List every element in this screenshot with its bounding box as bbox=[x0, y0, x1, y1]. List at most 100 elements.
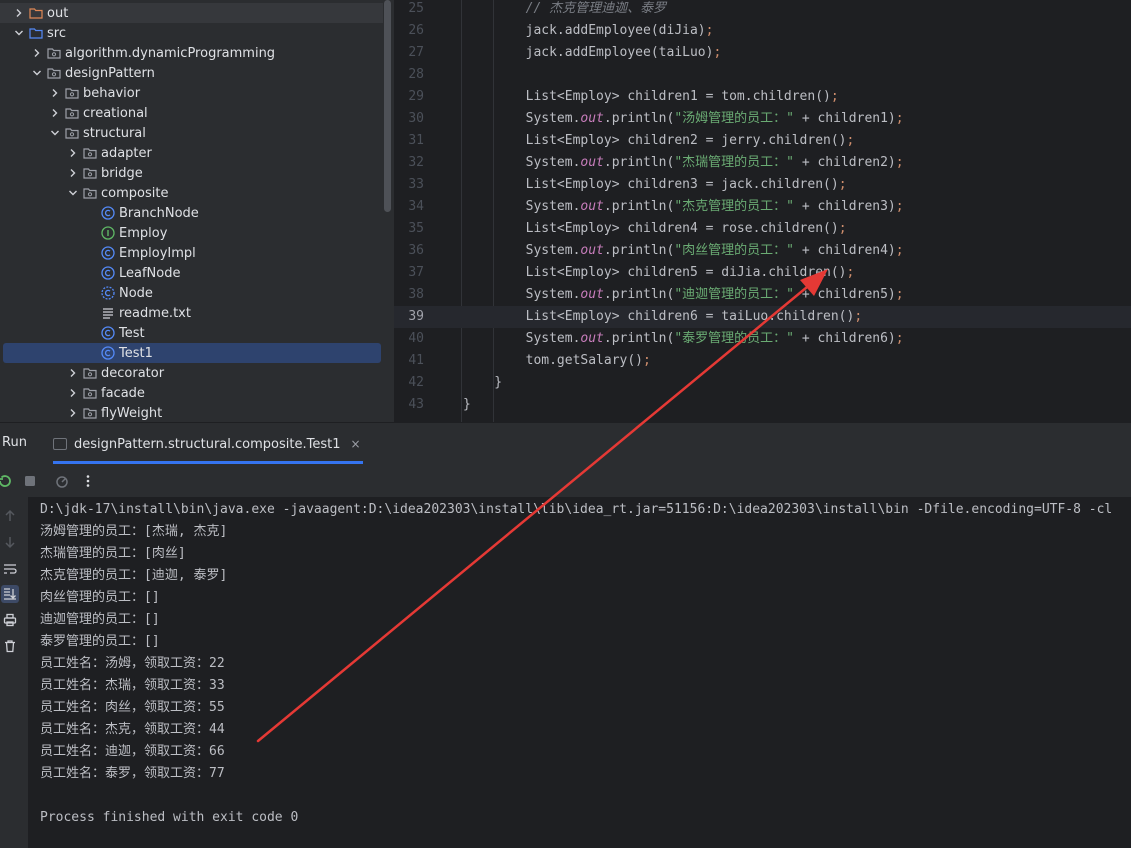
line-number: 35 bbox=[408, 221, 424, 236]
code-line[interactable]: 32 System.out.println("杰瑞管理的员工：" + child… bbox=[394, 152, 1131, 174]
code-line[interactable]: 42 } bbox=[394, 372, 1131, 394]
chevron-down-icon[interactable] bbox=[30, 63, 44, 83]
code-line[interactable]: 31 List<Employ> children2 = jerry.childr… bbox=[394, 130, 1131, 152]
tree-item-label: BranchNode bbox=[119, 205, 199, 221]
tree-item-employ[interactable]: Employ bbox=[0, 223, 383, 243]
tree-item-label: bridge bbox=[101, 165, 143, 181]
code-line[interactable]: 37 List<Employ> children5 = diJia.childr… bbox=[394, 262, 1131, 284]
clear-console-button[interactable] bbox=[1, 637, 19, 655]
rerun-button[interactable] bbox=[0, 472, 14, 490]
chevron-right-icon[interactable] bbox=[48, 83, 62, 103]
code-token: ; bbox=[643, 353, 651, 368]
soft-wrap-button[interactable] bbox=[1, 560, 19, 578]
code-line[interactable]: 29 List<Employ> children1 = tom.children… bbox=[394, 86, 1131, 108]
code-token: List<Employ> children2 = jerry.children(… bbox=[463, 133, 847, 148]
code-line[interactable]: 35 List<Employ> children4 = rose.childre… bbox=[394, 218, 1131, 240]
run-config-tab[interactable]: designPattern.structural.composite.Test1… bbox=[53, 423, 371, 465]
code-token: System. bbox=[463, 287, 581, 302]
scroll-to-end-button[interactable] bbox=[1, 585, 19, 603]
code-line[interactable]: 33 List<Employ> children3 = jack.childre… bbox=[394, 174, 1131, 196]
tree-item-test1[interactable]: Test1 bbox=[3, 343, 381, 363]
code-line[interactable]: 27 jack.addEmployee(taiLuo); bbox=[394, 42, 1131, 64]
tree-item-facade[interactable]: facade bbox=[0, 383, 383, 403]
tree-item-bridge[interactable]: bridge bbox=[0, 163, 383, 183]
chevron-down-icon[interactable] bbox=[48, 123, 62, 143]
code-token: out bbox=[580, 199, 604, 214]
code-token: ; bbox=[713, 45, 722, 60]
chevron-right-icon[interactable] bbox=[66, 163, 80, 183]
code-line[interactable]: 43} bbox=[394, 394, 1131, 416]
tree-item-label: src bbox=[47, 25, 66, 41]
print-button[interactable] bbox=[1, 611, 19, 629]
tree-scrollbar[interactable] bbox=[384, 0, 391, 212]
tree-item-flyweight[interactable]: flyWeight bbox=[0, 403, 383, 422]
code-line[interactable]: 41 tom.getSalary(); bbox=[394, 350, 1131, 372]
console-tab-icon bbox=[53, 438, 67, 450]
code-token: .println( bbox=[603, 331, 675, 346]
code-token: + children6) bbox=[794, 331, 896, 346]
chevron-right-icon[interactable] bbox=[48, 103, 62, 123]
code-token: + children3) bbox=[794, 199, 896, 214]
tree-item-src[interactable]: src bbox=[0, 23, 383, 43]
scroll-down-button[interactable] bbox=[1, 533, 19, 551]
code-line[interactable]: 28 bbox=[394, 64, 1131, 86]
line-number: 38 bbox=[408, 287, 424, 302]
tree-item-readme-txt[interactable]: readme.txt bbox=[0, 303, 383, 323]
code-editor[interactable]: 25 // 杰克管理迪迦、泰罗 26 jack.addEmployee(diJia… bbox=[394, 0, 1131, 422]
code-line[interactable]: 26 jack.addEmployee(diJia); bbox=[394, 20, 1131, 42]
code-line[interactable]: 25 // 杰克管理迪迦、泰罗 bbox=[394, 0, 1131, 20]
tree-item-decorator[interactable]: decorator bbox=[0, 363, 383, 383]
code-line[interactable]: 30 System.out.println("汤姆管理的员工：" + child… bbox=[394, 108, 1131, 130]
code-token: ; bbox=[895, 155, 904, 170]
chevron-right-icon[interactable] bbox=[66, 363, 80, 383]
chevron-right-icon[interactable] bbox=[66, 143, 80, 163]
chevron-right-icon[interactable] bbox=[66, 383, 80, 403]
close-tab-icon[interactable]: × bbox=[350, 437, 360, 451]
more-options-button[interactable] bbox=[79, 472, 97, 490]
tree-item-structural[interactable]: structural bbox=[0, 123, 383, 143]
code-line[interactable]: 39 List<Employ> children6 = taiLuo.child… bbox=[394, 306, 1131, 328]
code-token: List<Employ> children1 = tom.children() bbox=[463, 89, 831, 104]
code-token: + children1) bbox=[794, 111, 896, 126]
tree-item-node[interactable]: Node bbox=[0, 283, 383, 303]
code-text: // 杰克管理迪迦、泰罗 bbox=[463, 0, 666, 20]
tree-item-leafnode[interactable]: LeafNode bbox=[0, 263, 383, 283]
tree-item-label: out bbox=[47, 5, 69, 21]
code-text: List<Employ> children1 = tom.children(); bbox=[463, 86, 839, 108]
code-line[interactable]: 36 System.out.println("肉丝管理的员工：" + child… bbox=[394, 240, 1131, 262]
folder-orange-icon bbox=[29, 6, 43, 20]
code-token: + children4) bbox=[794, 243, 896, 258]
tree-item-employimpl[interactable]: EmployImpl bbox=[0, 243, 383, 263]
chevron-right-icon[interactable] bbox=[30, 43, 44, 63]
code-line[interactable]: 34 System.out.println("杰克管理的员工：" + child… bbox=[394, 196, 1131, 218]
tree-item-out[interactable]: out bbox=[0, 3, 383, 23]
console-output[interactable]: D:\jdk-17\install\bin\java.exe -javaagen… bbox=[28, 497, 1131, 848]
tree-item-creational[interactable]: creational bbox=[0, 103, 383, 123]
tree-item-composite[interactable]: composite bbox=[0, 183, 383, 203]
code-token: ; bbox=[838, 177, 847, 192]
chevron-right-icon[interactable] bbox=[12, 3, 26, 23]
line-number: 28 bbox=[408, 67, 424, 82]
chevron-down-icon[interactable] bbox=[12, 23, 26, 43]
class-icon bbox=[101, 326, 115, 340]
tree-item-behavior[interactable]: behavior bbox=[0, 83, 383, 103]
tree-item-branchnode[interactable]: BranchNode bbox=[0, 203, 383, 223]
chevron-down-icon[interactable] bbox=[66, 183, 80, 203]
code-token: ; bbox=[830, 89, 839, 104]
tree-item-designpattern[interactable]: designPattern bbox=[0, 63, 383, 83]
stop-button[interactable] bbox=[21, 472, 39, 490]
trash-icon bbox=[5, 640, 15, 653]
tree-item-adapter[interactable]: adapter bbox=[0, 143, 383, 163]
scroll-up-button[interactable] bbox=[1, 507, 19, 525]
tree-item-test[interactable]: Test bbox=[0, 323, 383, 343]
code-line[interactable]: 40 System.out.println("泰罗管理的员工：" + child… bbox=[394, 328, 1131, 350]
attach-debugger-button[interactable] bbox=[53, 472, 71, 490]
code-line[interactable]: 38 System.out.println("迪迦管理的员工：" + child… bbox=[394, 284, 1131, 306]
tree-item-algorithm-dynamicprogramming[interactable]: algorithm.dynamicProgramming bbox=[0, 43, 383, 63]
code-token: List<Employ> children3 = jack.children() bbox=[463, 177, 839, 192]
code-token: "迪迦管理的员工：" bbox=[674, 287, 794, 302]
chevron-right-icon[interactable] bbox=[66, 403, 80, 422]
